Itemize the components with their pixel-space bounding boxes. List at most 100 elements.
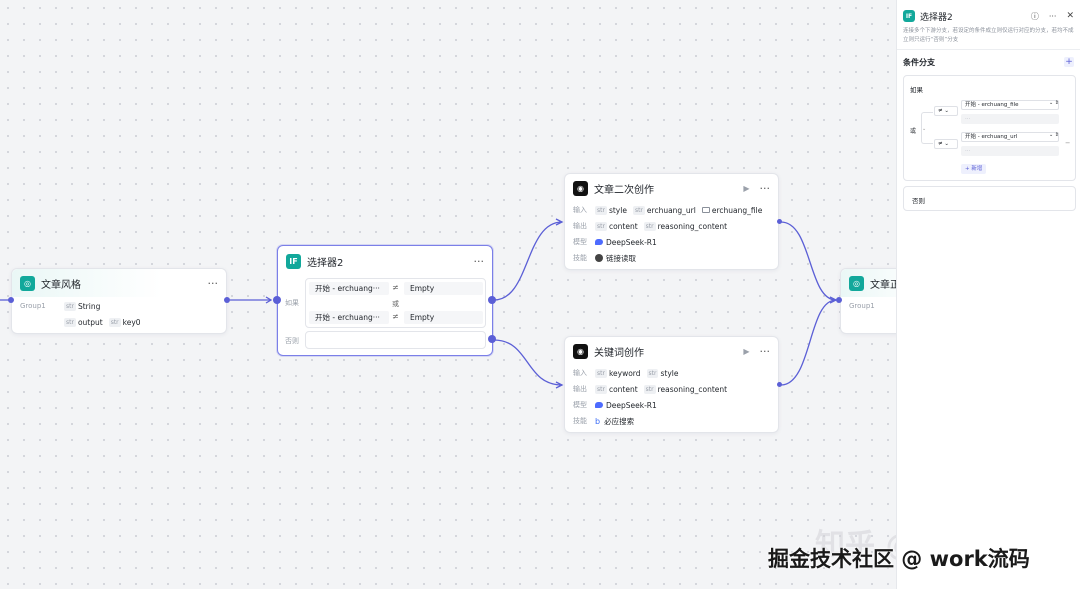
input-label: 输入	[573, 369, 587, 377]
help-icon[interactable]: ⓘ	[1031, 11, 1039, 22]
style-input-port[interactable]	[8, 297, 14, 303]
input-tag: str keyword	[595, 368, 641, 378]
more-icon[interactable]: ···	[208, 278, 219, 289]
output-tag: str reasoning_content	[643, 384, 728, 394]
selector-if-port[interactable]	[488, 296, 496, 304]
article-input-port[interactable]	[836, 297, 842, 303]
condition-right-field[interactable]: Empty	[404, 282, 483, 295]
if-icon: IF	[903, 10, 915, 22]
panel-title: 选择器2	[920, 12, 953, 23]
llm-icon: ◉	[573, 180, 588, 196]
model-label: 模型	[573, 401, 587, 409]
style-node[interactable]: ◎ 文章风格 ··· Group1 str String str output st…	[11, 268, 227, 334]
model-name: DeepSeek-R1	[606, 400, 657, 410]
input-label: 输入	[573, 206, 587, 214]
skill-label: 技能	[573, 417, 587, 425]
llm-icon: ◉	[573, 343, 588, 359]
output-label: 输出	[573, 385, 587, 393]
node-title: 文章二次创作	[594, 184, 654, 196]
juejin-watermark: 掘金技术社区 @ work流码	[768, 547, 1030, 571]
or-label: 或	[910, 128, 917, 135]
condition-group[interactable]: 开始 - erchuang··· ≠ Empty 或 开始 - erchuang…	[305, 278, 486, 328]
input-tag: str style	[646, 368, 679, 378]
if-label: 如果	[910, 86, 923, 94]
rewrite-output-port[interactable]	[777, 219, 782, 224]
condition-left-field[interactable]: 开始 - erchuang···	[309, 311, 389, 324]
or-label: 或	[392, 300, 399, 308]
edge-if-to-rewrite[interactable]	[493, 221, 563, 301]
keyword-node[interactable]: ◉ 关键词创作 ▶ ··· 输入 str keyword str style 输出 …	[564, 336, 779, 433]
or-bracket	[921, 112, 933, 144]
output-tag: str reasoning_content	[643, 221, 728, 231]
stepper-icon[interactable]: ⌄ ⇕	[1049, 132, 1059, 138]
else-label: 否则	[912, 197, 925, 205]
condition-right-field[interactable]: Empty	[404, 311, 483, 324]
skill-name: 必应搜索	[604, 416, 635, 426]
value-input[interactable]: ···	[961, 146, 1059, 156]
edge-rewrite-to-article[interactable]	[780, 221, 837, 301]
output-tag: str String	[64, 301, 101, 311]
condition-operator[interactable]: ≠	[392, 312, 399, 321]
operator-select[interactable]: ≠ ⌄	[934, 106, 958, 116]
if-label: 如果	[285, 299, 299, 307]
article-node[interactable]: ◎ 文章正 Group1	[840, 268, 896, 334]
variable-select[interactable]: 开始 - erchuang_file	[961, 100, 1059, 110]
add-branch-button[interactable]: +	[1064, 57, 1074, 67]
condition-left-field[interactable]: 开始 - erchuang···	[309, 282, 389, 295]
output-tag: str key0	[108, 317, 141, 327]
section-title: 条件分支	[903, 57, 935, 67]
stepper-icon[interactable]: ⌄ ⇕	[1049, 100, 1059, 106]
rewrite-node[interactable]: ◉ 文章二次创作 ▶ ··· 输入 str style str erchuang_u…	[564, 173, 779, 270]
file-icon	[701, 207, 710, 213]
input-tag: erchuang_file	[701, 206, 762, 215]
model-label: 模型	[573, 238, 587, 246]
if-icon: IF	[286, 253, 301, 269]
properties-panel: IF 选择器2 ⓘ ··· ✕ 连接多个下游分支，若设定的条件成立则仅运行对应的…	[896, 0, 1080, 589]
keyword-output-port[interactable]	[777, 382, 782, 387]
else-box[interactable]	[305, 331, 486, 349]
else-label: 否则	[285, 337, 299, 345]
play-icon[interactable]: ▶	[743, 184, 749, 193]
skill-name: 链接读取	[606, 253, 636, 263]
deepseek-icon	[595, 239, 603, 245]
more-icon[interactable]: ···	[760, 346, 771, 357]
add-condition-button[interactable]: + 新增	[961, 164, 987, 174]
edge-keyword-to-article[interactable]	[780, 299, 837, 386]
if-branch-card[interactable]: 如果 或 ⌄ ≠ ⌄ 开始 - erchuang_file ⌄ ⇕ ··· ≠ …	[903, 75, 1076, 181]
output-tag: str output	[64, 317, 103, 327]
play-icon[interactable]: ▶	[743, 347, 749, 356]
condition-operator[interactable]: ≠	[392, 283, 399, 292]
output-label: 输出	[573, 222, 587, 230]
input-tag: str style	[595, 205, 627, 215]
deepseek-icon	[595, 402, 603, 408]
remove-condition-icon[interactable]: −	[1065, 139, 1070, 147]
selector-input-port[interactable]	[273, 296, 281, 304]
workflow-canvas[interactable]: ◎ 文章风格 ··· Group1 str String str output st…	[0, 0, 896, 589]
input-tag: str erchuang_url	[632, 205, 696, 215]
node-type-icon: ◎	[20, 275, 35, 291]
selector-node[interactable]: IF 选择器2 ··· 如果 开始 - erchuang··· ≠ Empty …	[277, 245, 493, 356]
selector-else-port[interactable]	[488, 335, 496, 343]
close-icon[interactable]: ✕	[1066, 11, 1074, 21]
else-branch-card[interactable]: 否则	[903, 186, 1076, 211]
node-title: 选择器2	[307, 257, 344, 269]
output-tag: str content	[595, 384, 638, 394]
node-title: 文章正	[870, 279, 896, 291]
more-icon[interactable]: ···	[1049, 12, 1057, 21]
style-output-port[interactable]	[224, 297, 230, 303]
model-name: DeepSeek-R1	[606, 237, 657, 247]
output-tag: str content	[595, 221, 638, 231]
bing-icon: b	[595, 416, 601, 426]
more-icon[interactable]: ···	[760, 183, 771, 194]
value-input[interactable]: ···	[961, 114, 1059, 124]
group-label: Group1	[20, 302, 46, 310]
more-icon[interactable]: ···	[474, 256, 485, 267]
operator-select[interactable]: ≠ ⌄	[934, 139, 958, 149]
edge-else-to-keyword[interactable]	[493, 339, 563, 386]
variable-select[interactable]: 开始 - erchuang_url	[961, 132, 1059, 142]
node-type-icon: ◎	[849, 275, 864, 291]
link-reader-icon	[595, 254, 603, 262]
node-title: 文章风格	[41, 279, 81, 291]
node-title: 关键词创作	[594, 347, 644, 359]
panel-description: 连接多个下游分支，若设定的条件成立则仅运行对应的分支，若均不成立则只运行“否则”…	[903, 28, 1074, 43]
